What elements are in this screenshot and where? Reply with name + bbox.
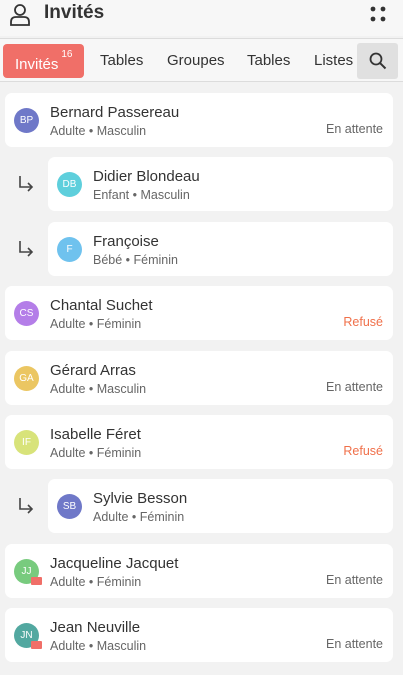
mail-icon <box>31 577 42 585</box>
guest-name: Didier Blondeau <box>93 168 200 185</box>
avatar-initials: IF <box>22 437 31 448</box>
guest-card[interactable]: JN Jean Neuville Adulte • Masculin En atten… <box>5 608 393 662</box>
guest-avatar: JN <box>14 623 42 649</box>
guest-avatar: GA <box>14 366 39 391</box>
user-profile-icon[interactable] <box>9 3 31 27</box>
guest-details: Adulte • Féminin <box>50 446 142 460</box>
guest-details: Bébé • Féminin <box>93 253 178 267</box>
guest-details: Adulte • Masculin <box>50 124 147 138</box>
tab-groupes[interactable]: Groupes <box>167 44 225 78</box>
guest-details: Adulte • Féminin <box>93 510 185 524</box>
guest-avatar: JJ <box>14 559 42 585</box>
guest-name: Jean Neuville <box>50 619 141 636</box>
guest-avatar: SB <box>57 494 82 519</box>
mail-icon <box>31 641 42 649</box>
tab-bar: Invités16 Tables Groupes Tables Listes <box>0 38 403 82</box>
guest-name: Françoise <box>93 233 159 250</box>
more-options-icon[interactable] <box>369 5 387 23</box>
guest-status: Refusé <box>343 444 383 458</box>
search-icon <box>369 52 386 70</box>
tab-label: Invités <box>15 56 59 73</box>
guest-card[interactable]: JJ Jacqueline Jacquet Adulte • Féminin En a… <box>5 544 393 598</box>
child-guest-arrow-icon <box>19 241 34 257</box>
tab-tables[interactable]: Tables <box>100 44 143 78</box>
guest-card[interactable]: SB Sylvie Besson Adulte • Féminin <box>48 479 393 533</box>
avatar-initials: GA <box>19 373 34 384</box>
guest-card[interactable]: DB Didier Blondeau Enfant • Masculin <box>48 157 393 211</box>
guest-card[interactable]: F Françoise Bébé • Féminin <box>48 222 393 276</box>
guest-status: En attente <box>326 380 383 394</box>
tab-invites[interactable]: Invités16 <box>3 44 85 78</box>
guest-details: Adulte • Masculin <box>50 639 147 653</box>
guest-status: En attente <box>326 122 383 136</box>
tab-listes[interactable]: Listes <box>314 44 353 78</box>
page-title: Invités <box>44 2 105 23</box>
guest-name: Sylvie Besson <box>93 490 188 507</box>
guest-name: Isabelle Féret <box>50 426 141 443</box>
guest-avatar: BP <box>14 108 39 133</box>
guest-avatar: IF <box>14 430 39 455</box>
avatar-initials: JJ <box>21 566 32 577</box>
search-button[interactable] <box>357 43 398 79</box>
avatar-initials: F <box>66 244 73 255</box>
guest-status: Refusé <box>343 315 383 329</box>
guest-card[interactable]: BP Bernard Passereau Adulte • Masculin En a… <box>5 93 393 147</box>
avatar-initials: DB <box>62 179 77 190</box>
avatar-initials: CS <box>19 308 34 319</box>
guest-details: Adulte • Féminin <box>50 575 142 589</box>
child-guest-arrow-icon <box>19 176 34 192</box>
guest-details: Enfant • Masculin <box>93 188 190 202</box>
guest-details: Adulte • Féminin <box>50 317 142 331</box>
guest-status: En attente <box>326 573 383 587</box>
tab-count-badge: 16 <box>61 49 73 60</box>
guest-details: Adulte • Masculin <box>50 382 147 396</box>
child-guest-arrow-icon <box>19 498 34 514</box>
app-header: Invités <box>0 0 403 36</box>
tab-tables-2[interactable]: Tables <box>247 44 290 78</box>
avatar-initials: JN <box>20 630 33 641</box>
guest-avatar: DB <box>57 172 82 197</box>
guest-status: En attente <box>326 637 383 651</box>
guest-name: Bernard Passereau <box>50 104 180 121</box>
guest-avatar: CS <box>14 301 39 326</box>
guest-name: Gérard Arras <box>50 362 136 379</box>
guest-card[interactable]: GA Gérard Arras Adulte • Masculin En attent… <box>5 351 393 405</box>
guest-avatar: F <box>57 237 82 262</box>
avatar-initials: SB <box>62 501 77 512</box>
guest-name: Jacqueline Jacquet <box>50 555 179 572</box>
avatar-initials: BP <box>19 115 34 126</box>
guest-card[interactable]: IF Isabelle Féret Adulte • Féminin Refusé <box>5 415 393 469</box>
guest-name: Chantal Suchet <box>50 297 153 314</box>
guest-card[interactable]: CS Chantal Suchet Adulte • Féminin Refusé <box>5 286 393 340</box>
